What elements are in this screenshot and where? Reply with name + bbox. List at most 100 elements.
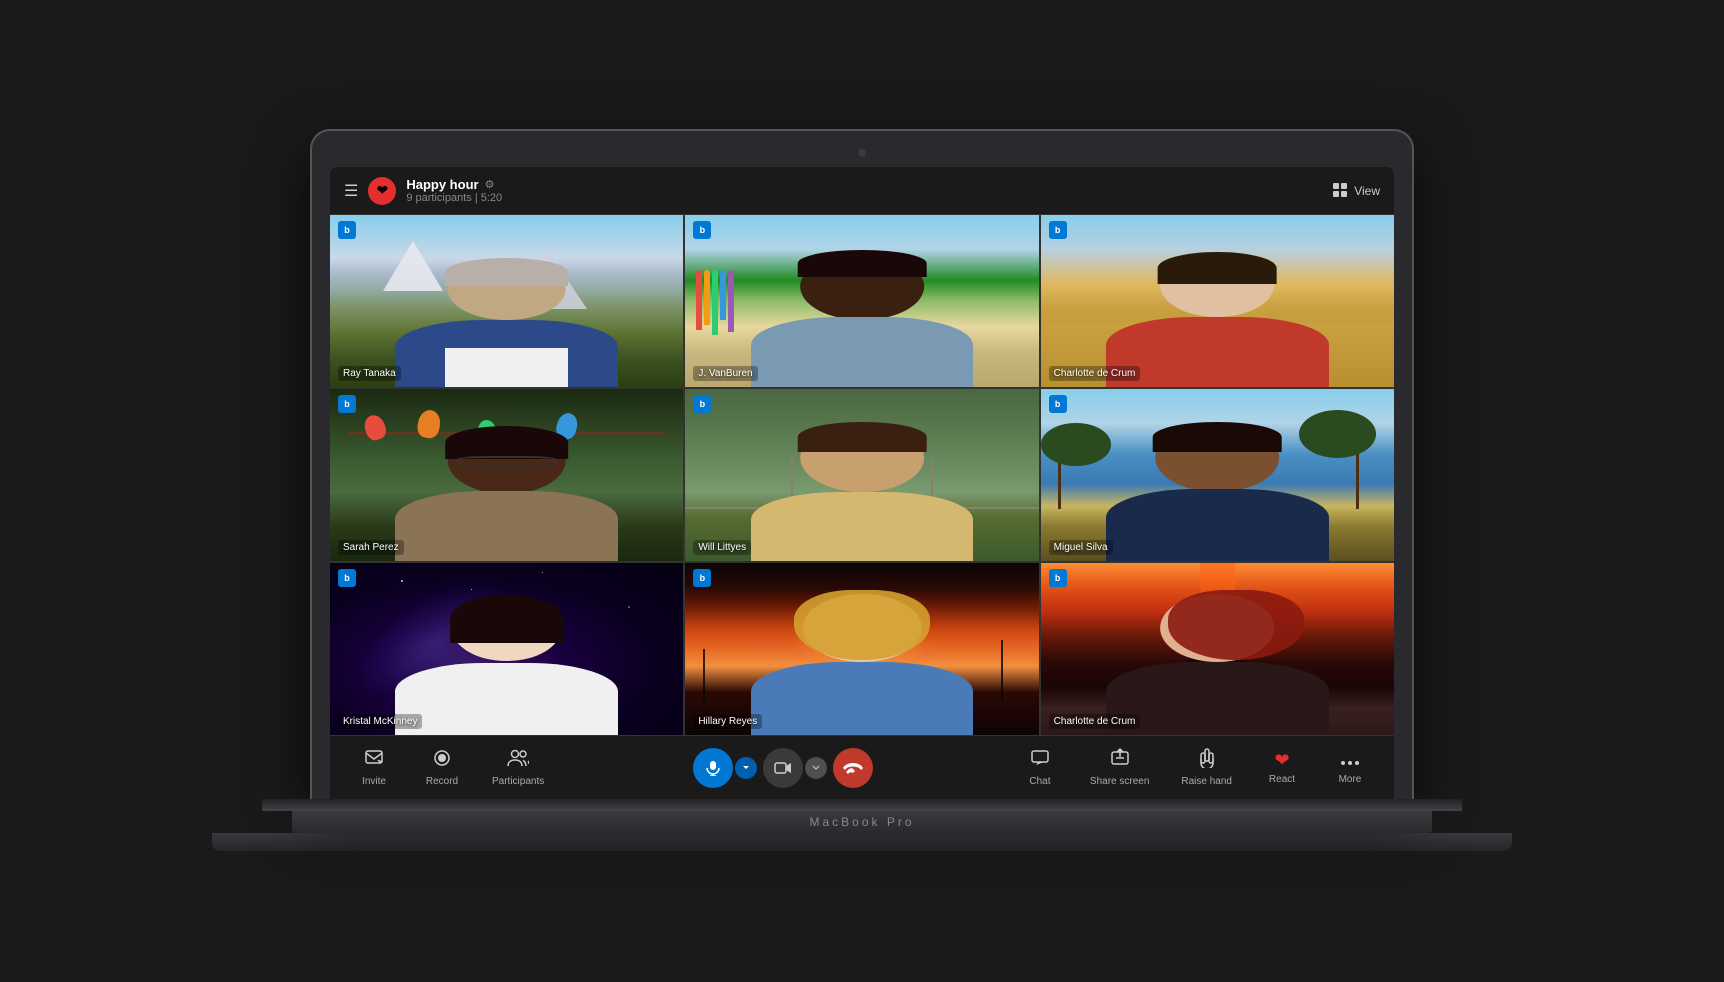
top-bar-right: View xyxy=(1333,183,1380,199)
hangup-button[interactable] xyxy=(833,748,873,788)
grid-icon xyxy=(1333,183,1349,199)
will-hair xyxy=(798,422,927,452)
laptop-hinge xyxy=(262,799,1462,811)
cam-group xyxy=(763,748,827,788)
video-cell-charlotte2[interactable]: b Charlotte de Crum xyxy=(1041,563,1394,735)
video-cell-ray[interactable]: b Ray Tanaka xyxy=(330,215,683,387)
top-bar-left: ☰ ❤ Happy hour ⚙ 9 participants | 5:20 xyxy=(344,177,502,205)
mic-button[interactable] xyxy=(693,748,733,788)
toolbar-center xyxy=(693,748,873,788)
view-button[interactable]: View xyxy=(1333,183,1380,199)
mic-group xyxy=(693,748,757,788)
bing-badge-charlotte2: b xyxy=(1049,569,1067,587)
ray-hair xyxy=(445,258,569,286)
video-cell-jvb[interactable]: b J. VanBuren xyxy=(685,215,1038,387)
meeting-meta: 9 participants | 5:20 xyxy=(406,192,502,204)
sarah-glasses xyxy=(457,456,556,467)
ray-shirt xyxy=(445,348,569,387)
participant-label-miguel: Miguel Silva xyxy=(1049,540,1113,555)
more-button[interactable]: More xyxy=(1326,746,1374,789)
kristal-body xyxy=(395,663,618,735)
gear-icon[interactable]: ⚙ xyxy=(485,178,495,191)
participant-label-charlotte: Charlotte de Crum xyxy=(1049,366,1141,381)
cam-button[interactable] xyxy=(763,748,803,788)
participant-label-ray: Ray Tanaka xyxy=(338,366,401,381)
toolbar: Invite Record xyxy=(330,735,1394,799)
toolbar-right: Chat Share screen xyxy=(1016,744,1374,791)
bing-badge-charlotte: b xyxy=(1049,221,1067,239)
screen-content: ☰ ❤ Happy hour ⚙ 9 participants | 5:20 xyxy=(330,167,1394,799)
participant-label-kristal: Kristal McKinney xyxy=(338,714,422,729)
sarah-body xyxy=(395,491,618,561)
participants-label: Participants xyxy=(492,776,544,787)
star2 xyxy=(542,572,543,573)
invite-label: Invite xyxy=(362,776,386,787)
raise-hand-button[interactable]: Raise hand xyxy=(1175,744,1238,791)
video-cell-will[interactable]: b Will Littyes xyxy=(685,389,1038,561)
video-cell-hillary[interactable]: b Hillary Reyes xyxy=(685,563,1038,735)
invite-icon xyxy=(364,748,384,773)
bing-badge-jvb: b xyxy=(693,221,711,239)
raise-hand-label: Raise hand xyxy=(1181,776,1232,787)
tree-trunk2 xyxy=(1001,640,1003,700)
bing-badge-miguel: b xyxy=(1049,395,1067,413)
chat-button[interactable]: Chat xyxy=(1016,744,1064,791)
jvb-person xyxy=(738,253,985,387)
miguel-hair xyxy=(1153,422,1282,452)
participant-label-charlotte2: Charlotte de Crum xyxy=(1049,714,1141,729)
react-button[interactable]: ❤ React xyxy=(1258,746,1306,789)
webcam xyxy=(858,149,866,157)
participants-icon xyxy=(507,748,529,773)
video-grid: b Ray Tanaka xyxy=(330,215,1394,735)
charlotte2-hair xyxy=(1168,590,1304,661)
raise-hand-icon xyxy=(1198,748,1216,773)
bing-badge-sarah: b xyxy=(338,395,356,413)
share-button[interactable]: Share screen xyxy=(1084,744,1155,791)
invite-button[interactable]: Invite xyxy=(350,744,398,791)
meeting-title: Happy hour xyxy=(406,177,478,192)
bing-badge-ray: b xyxy=(338,221,356,239)
video-cell-sarah[interactable]: b Sarah Perez xyxy=(330,389,683,561)
video-cell-miguel[interactable]: b Miguel Silva xyxy=(1041,389,1394,561)
hamburger-icon[interactable]: ☰ xyxy=(344,181,358,201)
more-label: More xyxy=(1339,774,1362,785)
sarah-person xyxy=(383,427,630,561)
hillary-person xyxy=(738,594,985,735)
participant-label-hillary: Hillary Reyes xyxy=(693,714,762,729)
record-icon xyxy=(432,748,452,773)
kristal-hair xyxy=(450,595,564,643)
react-icon: ❤ xyxy=(1274,750,1289,771)
toolbar-left: Invite Record xyxy=(350,744,550,791)
share-icon xyxy=(1110,748,1130,773)
chat-icon xyxy=(1030,748,1050,773)
jvb-body xyxy=(751,317,974,387)
participants-button[interactable]: Participants xyxy=(486,744,550,791)
laptop-bottom xyxy=(212,833,1512,851)
participant-label-jvb: J. VanBuren xyxy=(693,366,757,381)
jvb-hair xyxy=(798,250,927,277)
record-button[interactable]: Record xyxy=(418,744,466,791)
laptop-base: MacBook Pro xyxy=(292,811,1432,833)
tree-trunk1 xyxy=(703,649,705,701)
share-label: Share screen xyxy=(1090,776,1149,787)
cam-chevron[interactable] xyxy=(805,757,827,779)
charlotte-hair xyxy=(1158,252,1277,284)
more-icon xyxy=(1340,750,1360,771)
top-bar: ☰ ❤ Happy hour ⚙ 9 participants | 5:20 xyxy=(330,167,1394,215)
hillary-hair xyxy=(794,590,930,661)
miguel-body xyxy=(1106,489,1329,561)
participant-label-will: Will Littyes xyxy=(693,540,751,555)
view-label: View xyxy=(1354,184,1380,198)
video-cell-kristal[interactable]: b Kristal McKinney xyxy=(330,563,683,735)
hillary-body xyxy=(751,662,974,735)
video-cell-charlotte[interactable]: b Charlotte de Crum xyxy=(1041,215,1394,387)
meeting-icon: ❤ xyxy=(368,177,396,205)
ray-person xyxy=(383,258,630,387)
star1 xyxy=(401,580,403,582)
mic-chevron[interactable] xyxy=(735,757,757,779)
laptop-screen: ☰ ❤ Happy hour ⚙ 9 participants | 5:20 xyxy=(312,131,1412,799)
macbook-label: MacBook Pro xyxy=(809,815,914,829)
meeting-title-row: Happy hour ⚙ xyxy=(406,177,502,192)
sarah-hair xyxy=(445,426,569,460)
bing-badge-kristal: b xyxy=(338,569,356,587)
